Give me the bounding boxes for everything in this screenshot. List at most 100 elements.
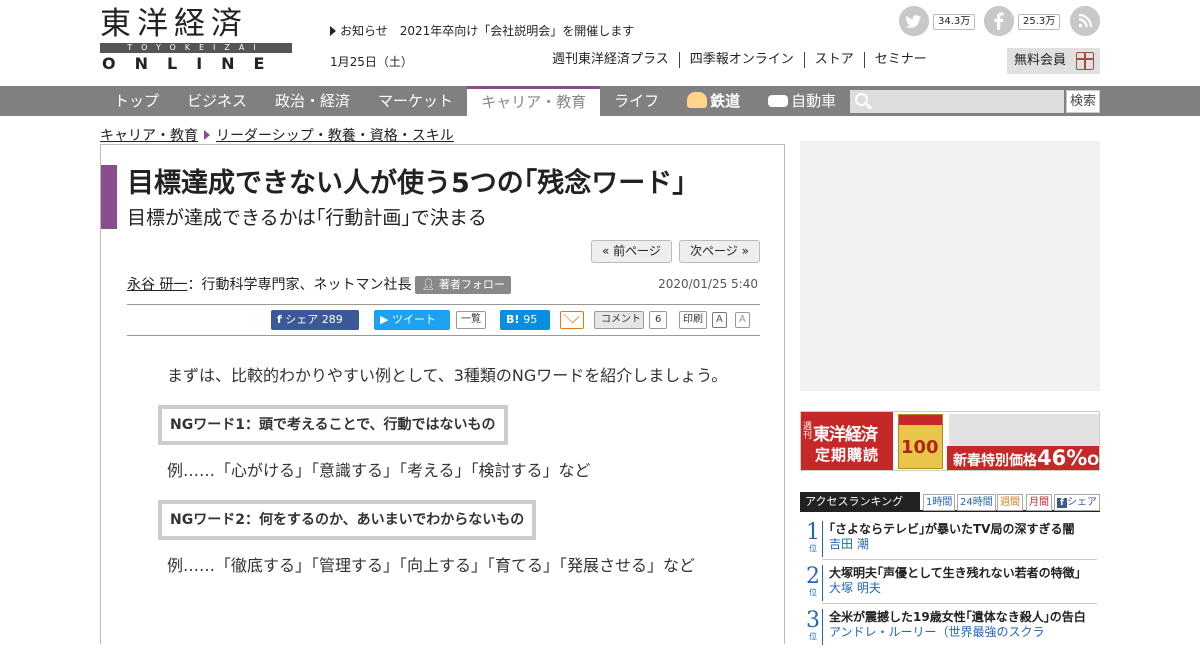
search-icon xyxy=(855,93,868,106)
twitter-icon xyxy=(899,6,929,36)
rank-divider xyxy=(822,521,823,557)
facebook-count: 25.3万 xyxy=(1018,14,1061,30)
banner-brand-block: 週刊 東洋経済 定期購読 xyxy=(801,412,893,470)
twitter-bird-icon: ▶︎ xyxy=(380,313,389,326)
sub-navigation: 週刊東洋経済プラス 四季報オンライン ストア セミナー xyxy=(552,52,937,68)
facebook-small-icon: f xyxy=(1057,498,1067,508)
comment-count: 6 xyxy=(649,311,668,329)
site-header: 東洋経済 TOYOKEIZAI ONLINE お知らせ 2021年卒向け「会社説明… xyxy=(0,0,1200,86)
ranking-tab-share[interactable]: f シェア xyxy=(1054,494,1100,511)
facebook-share-icon: f xyxy=(277,313,282,326)
ranking-item-title[interactable]: 大塚明夫｢声優として生き残れない若者の特徴｣ xyxy=(829,565,1099,581)
ranking-item-author[interactable]: 吉田 潮 xyxy=(829,536,869,552)
subnav-seminar[interactable]: セミナー xyxy=(863,52,937,68)
author-line: 永谷 研一：行動科学専門家、ネットマン社長 👤︎ 著者フォロー xyxy=(127,275,511,295)
current-date: 1月25日（土） xyxy=(330,55,413,69)
subnav-weekly-plus[interactable]: 週刊東洋経済プラス xyxy=(552,52,679,68)
nav-market[interactable]: マーケット xyxy=(364,86,467,116)
twitter-count: 34.3万 xyxy=(933,14,976,30)
ranking-item-title[interactable]: ｢さよならテレビ｣が暴いたTV局の深すぎる闇 xyxy=(829,521,1099,537)
hatena-icon: B! xyxy=(506,313,520,326)
author-name[interactable]: 永谷 研一 xyxy=(127,277,187,293)
nav-politics-economy[interactable]: 政治・経済 xyxy=(261,86,364,116)
logo-online: ONLINE xyxy=(102,54,284,73)
subscription-banner[interactable]: 週刊 東洋経済 定期購読 100 新春特別価格46%OFF xyxy=(800,411,1100,471)
divider xyxy=(822,603,1097,604)
banner-price: 新春特別価格46%OFF xyxy=(947,446,1099,470)
site-logo[interactable]: 東洋経済 TOYOKEIZAI ONLINE xyxy=(100,6,292,73)
author-title: ：行動科学専門家、ネットマン社長 xyxy=(187,277,412,293)
banner-brand: 東洋経済 xyxy=(813,425,878,445)
mail-icon[interactable] xyxy=(560,311,584,329)
train-icon xyxy=(687,92,708,108)
rank-number: 2 xyxy=(806,564,820,589)
facebook-share-label: シェア xyxy=(285,313,319,326)
rank-suffix: 位 xyxy=(809,632,817,641)
breadcrumb: キャリア・教育 リーダーシップ・教養・資格・スキル xyxy=(100,125,454,145)
ranking-tab-1h[interactable]: 1時間 xyxy=(923,494,956,511)
breadcrumb-career[interactable]: キャリア・教育 xyxy=(100,128,198,144)
ranking-item-title[interactable]: 全米が震撼した19歳女性｢遺体なき殺人｣の告白 xyxy=(829,609,1099,625)
rank-suffix: 位 xyxy=(809,588,817,597)
rank-number: 1 xyxy=(806,520,820,545)
facebook-share-count: 289 xyxy=(321,313,343,326)
nav-automobile[interactable]: 自動車 xyxy=(754,86,850,116)
ranking-tab-monthly[interactable]: 月間 xyxy=(1026,494,1052,511)
comment-button[interactable]: コメント xyxy=(594,311,644,329)
ranking-header: アクセスランキング 1時間 24時間 週間 月間 f シェア xyxy=(800,492,1100,512)
notice-arrow-icon xyxy=(330,26,336,36)
ng-word-example-1: 例……「心がける」「意識する」「考える」「検討する」など xyxy=(167,461,591,480)
nav-career-education[interactable]: キャリア・教育 xyxy=(467,86,601,116)
font-large-button[interactable]: A xyxy=(712,312,727,328)
nav-railway-label: 鉄道 xyxy=(710,92,741,110)
ranking-tab-24h[interactable]: 24時間 xyxy=(957,494,996,511)
nav-top[interactable]: トップ xyxy=(100,86,173,116)
ranking-title: アクセスランキング xyxy=(800,492,920,512)
follow-author-label: 著者フォロー xyxy=(438,278,505,291)
nav-life[interactable]: ライフ xyxy=(600,86,673,116)
ranking-item-author[interactable]: 大塚 明夫 xyxy=(829,580,881,596)
subnav-shikiho[interactable]: 四季報オンライン xyxy=(678,52,804,68)
nav-railway[interactable]: 鉄道 xyxy=(673,86,754,116)
font-small-button[interactable]: A xyxy=(735,312,750,328)
follow-author-button[interactable]: 👤︎ 著者フォロー xyxy=(415,276,511,294)
nav-business[interactable]: ビジネス xyxy=(173,86,261,116)
free-member-label: 無料会員 xyxy=(1014,53,1067,68)
notice-link[interactable]: 2021年卒向け「会社説明会」を開催します xyxy=(400,24,635,38)
ranking-item[interactable]: 3 位 全米が震撼した19歳女性｢遺体なき殺人｣の告白 アンドレ・ルーリー（世界… xyxy=(800,607,1100,651)
divider xyxy=(127,304,760,305)
ranking-item[interactable]: 1 位 ｢さよならテレビ｣が暴いたTV局の深すぎる闇 吉田 潮 xyxy=(800,519,1100,563)
article-subtitle: 目標が達成できるかは｢行動計画｣で決まる xyxy=(127,207,487,229)
search-input[interactable] xyxy=(850,90,1064,113)
notice-label: お知らせ xyxy=(340,24,388,38)
car-icon xyxy=(768,95,789,107)
subnav-store[interactable]: ストア xyxy=(803,52,864,68)
rank-suffix: 位 xyxy=(809,544,817,553)
article-body: まずは、比較的わかりやすい例として、3種類のNGワードを紹介しましょう。 NGワ… xyxy=(158,363,729,579)
hatena-bookmark-button[interactable]: B! 95 xyxy=(500,310,550,330)
ranking-tab-weekly[interactable]: 週間 xyxy=(997,494,1023,511)
notice[interactable]: お知らせ 2021年卒向け「会社説明会」を開催します xyxy=(330,22,634,39)
ranking-item-author[interactable]: アンドレ・ルーリー（世界最強のスクラ xyxy=(829,624,1045,640)
print-button[interactable]: 印刷 xyxy=(679,311,707,329)
next-page-button[interactable]: 次ページ » xyxy=(679,240,760,263)
facebook-icon xyxy=(984,6,1014,36)
nav-automobile-label: 自動車 xyxy=(791,92,837,110)
advertisement[interactable] xyxy=(800,141,1100,391)
tweet-button[interactable]: ▶︎ ツイート xyxy=(374,310,450,330)
tweet-list-link[interactable]: 一覧 xyxy=(456,311,486,329)
logo-kanji: 東洋経済 xyxy=(100,6,248,42)
rank-divider xyxy=(822,609,823,645)
breadcrumb-leadership[interactable]: リーダーシップ・教養・資格・スキル xyxy=(216,128,454,144)
magazine-number: 100 xyxy=(901,437,939,458)
facebook-share-button[interactable]: f シェア 289 xyxy=(271,310,359,330)
ranking-item[interactable]: 2 位 大塚明夫｢声優として生き残れない若者の特徴｣ 大塚 明夫 xyxy=(800,563,1100,607)
search-button[interactable]: 検索 xyxy=(1066,90,1100,113)
prev-page-button[interactable]: « 前ページ xyxy=(591,240,672,263)
free-member-button[interactable]: 無料会員 xyxy=(1007,48,1100,74)
banner-subscribe: 定期購読 xyxy=(815,446,880,464)
divider xyxy=(822,559,1097,560)
banner-weekly: 週刊 xyxy=(803,422,813,441)
logo-roman: TOYOKEIZAI xyxy=(100,43,292,53)
tweet-label: ツイート xyxy=(391,313,436,326)
